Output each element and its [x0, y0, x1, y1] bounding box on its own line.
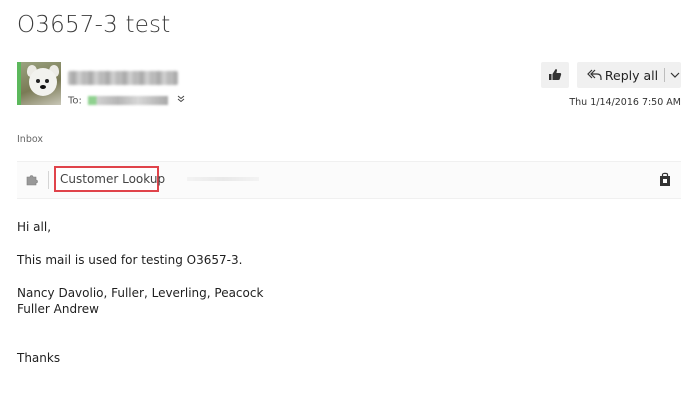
- avatar-dog-nose: [40, 85, 46, 89]
- chevron-down-icon[interactable]: [669, 69, 681, 81]
- customer-lookup-addin-link[interactable]: Customer Lookup: [54, 166, 165, 192]
- store-bag-icon[interactable]: [659, 172, 671, 187]
- puzzle-icon[interactable]: [24, 172, 40, 187]
- body-closing: Thanks: [17, 351, 61, 365]
- body-line-3: Fuller Andrew: [17, 302, 99, 316]
- email-date: Thu 1/14/2016 7:50 AM: [569, 97, 681, 108]
- reply-all-button[interactable]: Reply all: [605, 68, 658, 83]
- folder-label[interactable]: Inbox: [17, 134, 43, 145]
- reply-separator: [664, 68, 666, 82]
- thumbs-up-icon: [548, 66, 562, 85]
- addin-bar-faint-text: [187, 177, 259, 181]
- reply-all-button-group: Reply all: [577, 62, 681, 88]
- addin-bar: Customer Lookup: [17, 161, 681, 199]
- recipient-redacted[interactable]: [88, 96, 169, 105]
- body-line-1: This mail is used for testing O3657-3.: [17, 253, 243, 267]
- avatar-dog-head: [29, 68, 57, 96]
- sender-avatar[interactable]: [17, 62, 61, 105]
- reply-all-icon[interactable]: [585, 67, 603, 83]
- sender-name-redacted[interactable]: [68, 71, 178, 85]
- email-body: Hi all, This mail is used for testing O3…: [17, 219, 263, 366]
- to-label: To:: [68, 95, 82, 107]
- avatar-dog-eye-left: [36, 79, 40, 83]
- email-reading-pane: O3657-3 test To: Reply all Thu 1/14/2016…: [0, 0, 689, 406]
- addin-divider: [48, 171, 49, 189]
- recipients-line: To:: [68, 95, 185, 107]
- body-line-2: Nancy Davolio, Fuller, Leverling, Peacoc…: [17, 286, 264, 300]
- avatar-dog-eye-right: [45, 79, 49, 83]
- body-greeting: Hi all,: [17, 220, 52, 234]
- expand-recipients-icon[interactable]: [177, 95, 185, 106]
- like-button[interactable]: [541, 62, 569, 88]
- email-subject: O3657-3 test: [17, 12, 171, 38]
